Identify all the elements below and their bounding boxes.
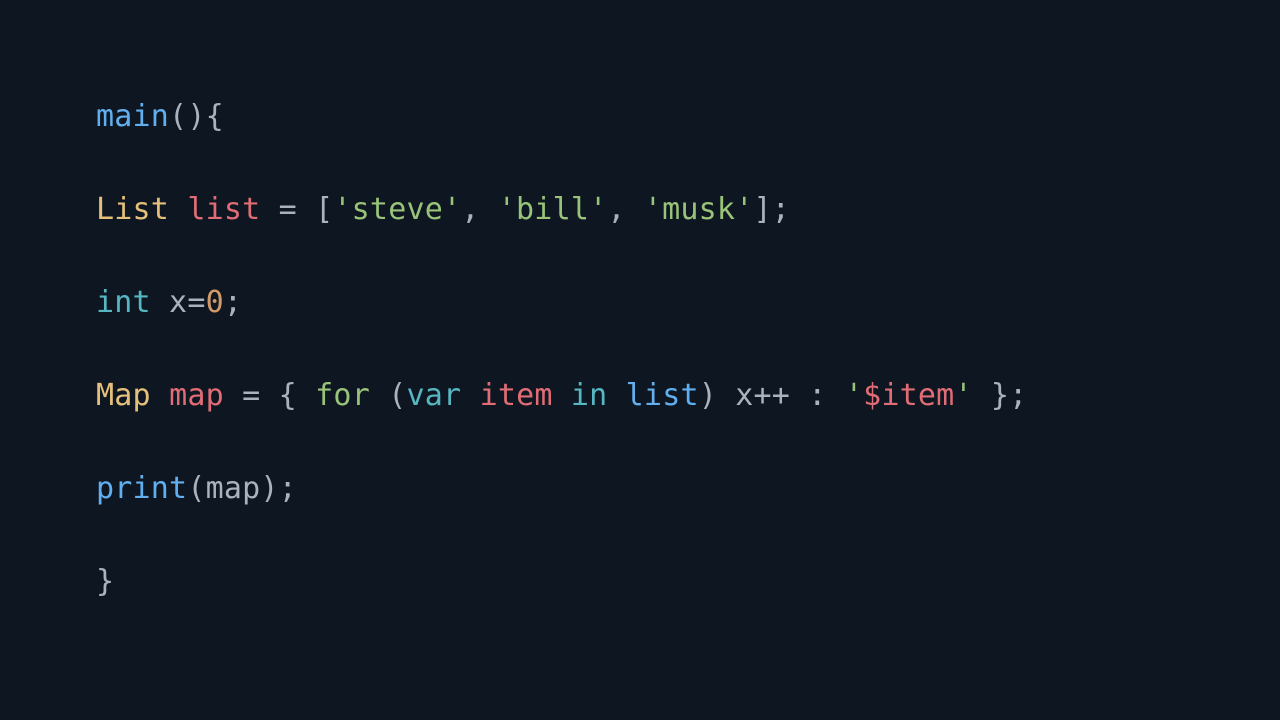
- token-kw-int: int: [96, 285, 151, 320]
- token-space: [607, 378, 625, 413]
- token-kw-for: for: [315, 378, 370, 413]
- code-line-6: }: [96, 564, 114, 599]
- token-brace-close: }: [96, 564, 114, 599]
- token-comma: ,: [607, 192, 644, 227]
- token-type-map: Map: [96, 378, 151, 413]
- code-line-2: List list = ['steve', 'bill', 'musk'];: [96, 192, 790, 227]
- token-var-map: map: [169, 378, 224, 413]
- token-brace-close-semi: };: [973, 378, 1028, 413]
- token-semi: ;: [224, 285, 242, 320]
- code-line-1: main(){: [96, 99, 224, 134]
- code-line-5: print(map);: [96, 471, 297, 506]
- token-kw-in: in: [571, 378, 608, 413]
- token-kw-var: var: [407, 378, 462, 413]
- token-interp-item: $item: [863, 378, 954, 413]
- token-number-zero: 0: [206, 285, 224, 320]
- token-string-musk: 'musk': [644, 192, 754, 227]
- token-paren-open: (: [187, 471, 205, 506]
- token-space: [553, 378, 571, 413]
- token-main: main: [96, 99, 169, 134]
- code-line-3: int x=0;: [96, 285, 242, 320]
- token-comma: ,: [461, 192, 498, 227]
- token-var-map-arg: map: [206, 471, 261, 506]
- token-string-bill: 'bill': [498, 192, 608, 227]
- token-paren-close-expr: ) x++ :: [699, 378, 845, 413]
- token-space: [461, 378, 479, 413]
- token-bracket-close-semi: ];: [753, 192, 790, 227]
- token-string-quote: ': [954, 378, 972, 413]
- token-var-item: item: [480, 378, 553, 413]
- code-editor[interactable]: main(){ List list = ['steve', 'bill', 'm…: [96, 94, 1027, 606]
- token-xeq: x=: [151, 285, 206, 320]
- token-brace-open: {: [206, 99, 224, 134]
- token-paren-open: (: [169, 99, 187, 134]
- code-line-4: Map map = { for (var item in list) x++ :…: [96, 378, 1027, 413]
- token-fn-print: print: [96, 471, 187, 506]
- token-string-quote: ': [845, 378, 863, 413]
- token-paren-close-semi: );: [260, 471, 297, 506]
- token-paren-open: (: [370, 378, 407, 413]
- token-eq-bracket: = [: [260, 192, 333, 227]
- token-var-list: list: [187, 192, 260, 227]
- token-type-list: List: [96, 192, 169, 227]
- token-eq-brace: = {: [224, 378, 315, 413]
- token-var-list-ref: list: [626, 378, 699, 413]
- token-string-steve: 'steve': [333, 192, 461, 227]
- token-paren-close: ): [187, 99, 205, 134]
